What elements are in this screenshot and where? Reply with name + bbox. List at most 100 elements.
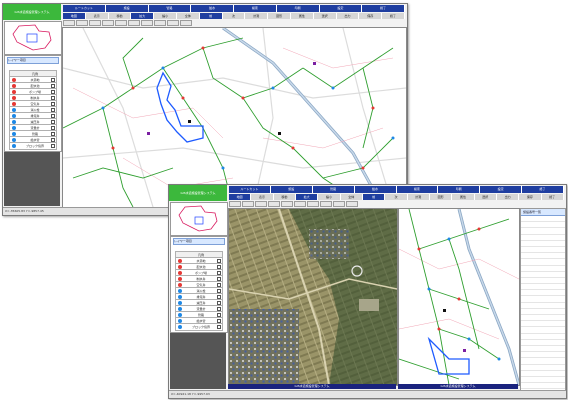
front-menu-item-supply[interactable]: 給水 [354, 186, 397, 193]
legend-row[interactable]: ブロック境界 [175, 323, 223, 331]
back-toolbar [63, 20, 405, 26]
legend-checkbox[interactable] [217, 325, 221, 329]
back-menu-item-settings[interactable]: 設定 [319, 5, 363, 12]
back-tab-prev[interactable]: 前 [199, 13, 223, 19]
back-menu-item-pipe[interactable]: 管路 [148, 5, 192, 12]
front-tool-button[interactable] [242, 201, 254, 207]
front-overview-map[interactable] [170, 202, 228, 236]
front-menu-item-settings[interactable]: 設定 [480, 186, 523, 193]
back-tool-button[interactable] [167, 20, 179, 26]
front-tool-button[interactable] [255, 201, 267, 207]
back-menu-item-exit[interactable]: 終了 [362, 5, 405, 12]
front-tab-full[interactable]: 全体 [340, 194, 363, 200]
aerial-photo-canvas [229, 209, 397, 385]
facility-list-panel[interactable]: 施設番号一覧 [520, 208, 566, 391]
front-tab-zoomout[interactable]: 縮小 [318, 194, 341, 200]
back-menu-item-route[interactable]: ルートカット [63, 5, 106, 12]
back-tab-bar: 地図 表示 移動 拡大 縮小 全体 前 次 計測 図形 属性 選択 出力 保存 … [63, 13, 405, 19]
front-tool-button[interactable] [268, 201, 280, 207]
back-tab-view[interactable]: 表示 [85, 13, 109, 19]
front-empty-panel [170, 333, 226, 389]
back-tool-button[interactable] [115, 20, 127, 26]
front-app-title: GIS水道施設管理システム [169, 185, 227, 201]
aerial-map-caption: GIS水道施設管理システム [228, 384, 396, 389]
back-tab-shape[interactable]: 図形 [268, 13, 291, 19]
front-tab-save[interactable]: 保存 [519, 194, 542, 200]
legend-checkbox[interactable] [51, 144, 55, 148]
front-menu-item-exit[interactable]: 終了 [522, 186, 564, 193]
legend-symbol-icon [178, 325, 182, 329]
back-tool-button[interactable] [76, 20, 88, 26]
back-menu-bar: ルートカット 施設 管路 給水 検索 印刷 設定 終了 [63, 5, 405, 12]
front-menu-item-search[interactable]: 検索 [396, 186, 439, 193]
front-layer-legend: レイヤー項目 凡例 水源地 配水池 ポンプ場 制水弁 空気弁 消火栓 排泥弁 減… [170, 236, 228, 333]
front-tab-exit[interactable]: 終了 [541, 194, 564, 200]
back-tab-zoomin[interactable]: 拡大 [131, 13, 155, 19]
back-tab-next[interactable]: 次 [222, 13, 246, 19]
back-tab-exit[interactable]: 終了 [382, 13, 405, 19]
front-menu-item-facility[interactable]: 施設 [270, 186, 313, 193]
front-tab-prev[interactable]: 前 [362, 194, 386, 200]
overview-area-outline [178, 205, 218, 232]
front-tab-move[interactable]: 移動 [273, 194, 296, 200]
back-tab-move[interactable]: 移動 [108, 13, 132, 19]
overview-area-outline [12, 24, 52, 51]
back-tab-output[interactable]: 出力 [336, 13, 360, 19]
back-main-map[interactable] [62, 27, 407, 208]
front-app-window: GIS水道施設管理システム ルートカット 施設 管路 給水 検索 印刷 設定 終… [168, 184, 567, 399]
front-tool-button[interactable] [346, 201, 358, 207]
facility-list-title: 施設番号一覧 [521, 209, 565, 216]
back-tool-button[interactable] [154, 20, 166, 26]
highlight-route [427, 336, 470, 375]
front-tab-measure[interactable]: 計測 [407, 194, 430, 200]
back-legend-title: レイヤー項目 [7, 57, 59, 64]
back-tab-measure[interactable]: 計測 [245, 13, 269, 19]
back-menu-item-print[interactable]: 印刷 [276, 5, 320, 12]
network-map-caption: GIS水道施設管理システム [398, 384, 518, 389]
back-overview-map[interactable] [4, 21, 62, 55]
aerial-photo-map[interactable] [228, 208, 398, 386]
river-line [222, 28, 385, 207]
back-tool-button[interactable] [89, 20, 101, 26]
back-tool-button[interactable] [180, 20, 192, 26]
back-menu-item-facility[interactable]: 施設 [105, 5, 149, 12]
back-tab-save[interactable]: 保存 [359, 13, 383, 19]
back-tool-button[interactable] [128, 20, 140, 26]
front-network-canvas [399, 209, 519, 385]
front-tab-zoomin[interactable]: 拡大 [295, 194, 319, 200]
front-menu-item-route[interactable]: ルートカット [229, 186, 271, 193]
legend-symbol-icon [12, 144, 16, 148]
back-tool-button[interactable] [102, 20, 114, 26]
front-tab-select[interactable]: 選択 [474, 194, 497, 200]
front-status-bar: X=-40921.18 Y=-9957.93 [169, 390, 566, 398]
back-layer-legend: レイヤー項目 凡例 水源地 配水池 ポンプ場 制水弁 空気弁 消火栓 排泥弁 減… [4, 55, 62, 152]
front-tool-button[interactable] [320, 201, 332, 207]
back-menu-item-supply[interactable]: 給水 [191, 5, 234, 12]
front-tool-button[interactable] [333, 201, 345, 207]
front-tool-button[interactable] [294, 201, 306, 207]
front-tab-next[interactable]: 次 [385, 194, 408, 200]
back-tab-select[interactable]: 選択 [313, 13, 337, 19]
front-tool-button[interactable] [307, 201, 319, 207]
back-tab-map[interactable]: 地図 [63, 13, 86, 19]
front-network-map[interactable] [398, 208, 520, 386]
back-tool-button[interactable] [63, 20, 75, 26]
back-tab-attr[interactable]: 属性 [290, 13, 314, 19]
back-tool-button[interactable] [141, 20, 153, 26]
back-tab-zoomout[interactable]: 縮小 [154, 13, 177, 19]
front-tab-view[interactable]: 表示 [251, 194, 274, 200]
front-tab-attr[interactable]: 属性 [452, 194, 475, 200]
front-menu-item-print[interactable]: 印刷 [438, 186, 481, 193]
front-tab-output[interactable]: 出力 [496, 194, 520, 200]
front-tab-shape[interactable]: 図形 [429, 194, 453, 200]
back-map-canvas [63, 28, 406, 207]
front-legend-title: レイヤー項目 [173, 238, 225, 245]
back-tab-full[interactable]: 全体 [176, 13, 200, 19]
front-tool-button[interactable] [229, 201, 241, 207]
front-menu-item-pipe[interactable]: 管路 [312, 186, 355, 193]
legend-row[interactable]: ブロック境界 [9, 142, 57, 150]
back-menu-item-search[interactable]: 検索 [234, 5, 277, 12]
front-tab-bar: 地図 表示 移動 拡大 縮小 全体 前 次 計測 図形 属性 選択 出力 保存 … [229, 194, 564, 200]
front-tab-map[interactable]: 地図 [229, 194, 252, 200]
front-tool-button[interactable] [281, 201, 293, 207]
